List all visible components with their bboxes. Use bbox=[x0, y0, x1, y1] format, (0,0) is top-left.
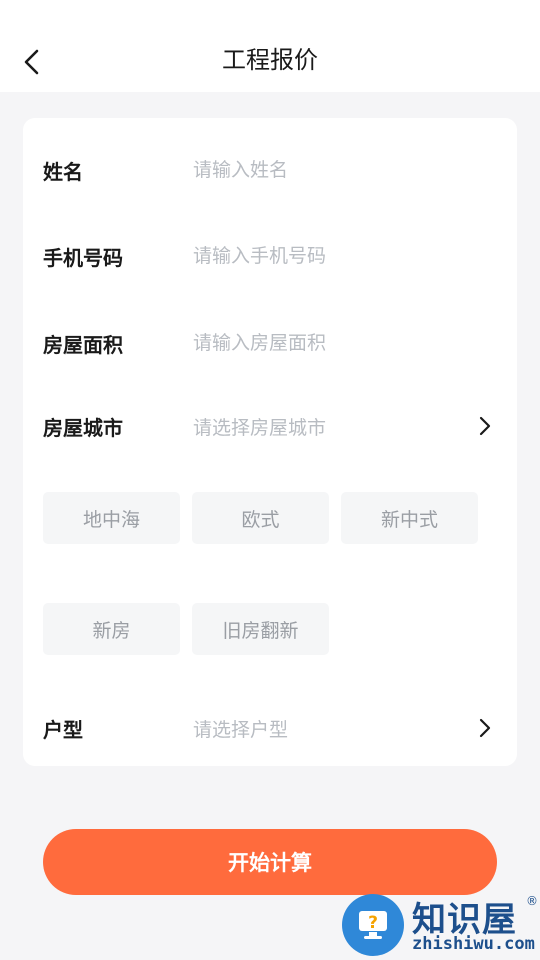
page-title: 工程报价 bbox=[222, 46, 318, 74]
form-card: 姓名 手机号码 房屋面积 房屋城市 请选择房屋城市 地中海 欧式 新中式 新房 … bbox=[23, 118, 517, 766]
city-label: 房屋城市 bbox=[43, 415, 123, 440]
area-input[interactable] bbox=[193, 323, 463, 363]
watermark-domain: zhishiwu.com bbox=[412, 934, 535, 954]
watermark-registered: ® bbox=[526, 894, 538, 908]
watermark: ? 知识屋 ® zhishiwu.com bbox=[340, 890, 540, 960]
phone-label: 手机号码 bbox=[43, 245, 123, 270]
chevron-right-icon[interactable] bbox=[473, 716, 497, 740]
name-row: 姓名 bbox=[23, 140, 517, 200]
layout-label: 户型 bbox=[43, 717, 83, 742]
city-select[interactable]: 请选择房屋城市 bbox=[193, 413, 326, 440]
house-type-chip-new[interactable]: 新房 bbox=[43, 603, 180, 655]
area-label: 房屋面积 bbox=[43, 332, 123, 357]
phone-input[interactable] bbox=[193, 236, 463, 276]
city-row[interactable]: 房屋城市 请选择房屋城市 bbox=[23, 396, 517, 456]
chevron-right-icon[interactable] bbox=[473, 414, 497, 438]
svg-text:?: ? bbox=[368, 913, 378, 933]
layout-row[interactable]: 户型 请选择户型 bbox=[23, 698, 517, 758]
name-label: 姓名 bbox=[43, 159, 83, 184]
name-input[interactable] bbox=[193, 150, 463, 190]
style-chip-european[interactable]: 欧式 bbox=[192, 492, 329, 544]
style-chip-mediterranean[interactable]: 地中海 bbox=[43, 492, 180, 544]
quote-page: 工程报价 姓名 手机号码 房屋面积 房屋城市 请选择房屋城市 地中海 欧式 bbox=[0, 0, 540, 960]
house-type-chip-renovation[interactable]: 旧房翻新 bbox=[192, 603, 329, 655]
start-calculate-button[interactable]: 开始计算 bbox=[43, 829, 497, 895]
phone-row: 手机号码 bbox=[23, 226, 517, 286]
question-monitor-icon: ? bbox=[342, 894, 404, 956]
style-chip-new-chinese[interactable]: 新中式 bbox=[341, 492, 478, 544]
header-bar: 工程报价 bbox=[0, 0, 540, 92]
area-row: 房屋面积 bbox=[23, 313, 517, 373]
layout-select[interactable]: 请选择户型 bbox=[193, 715, 288, 742]
